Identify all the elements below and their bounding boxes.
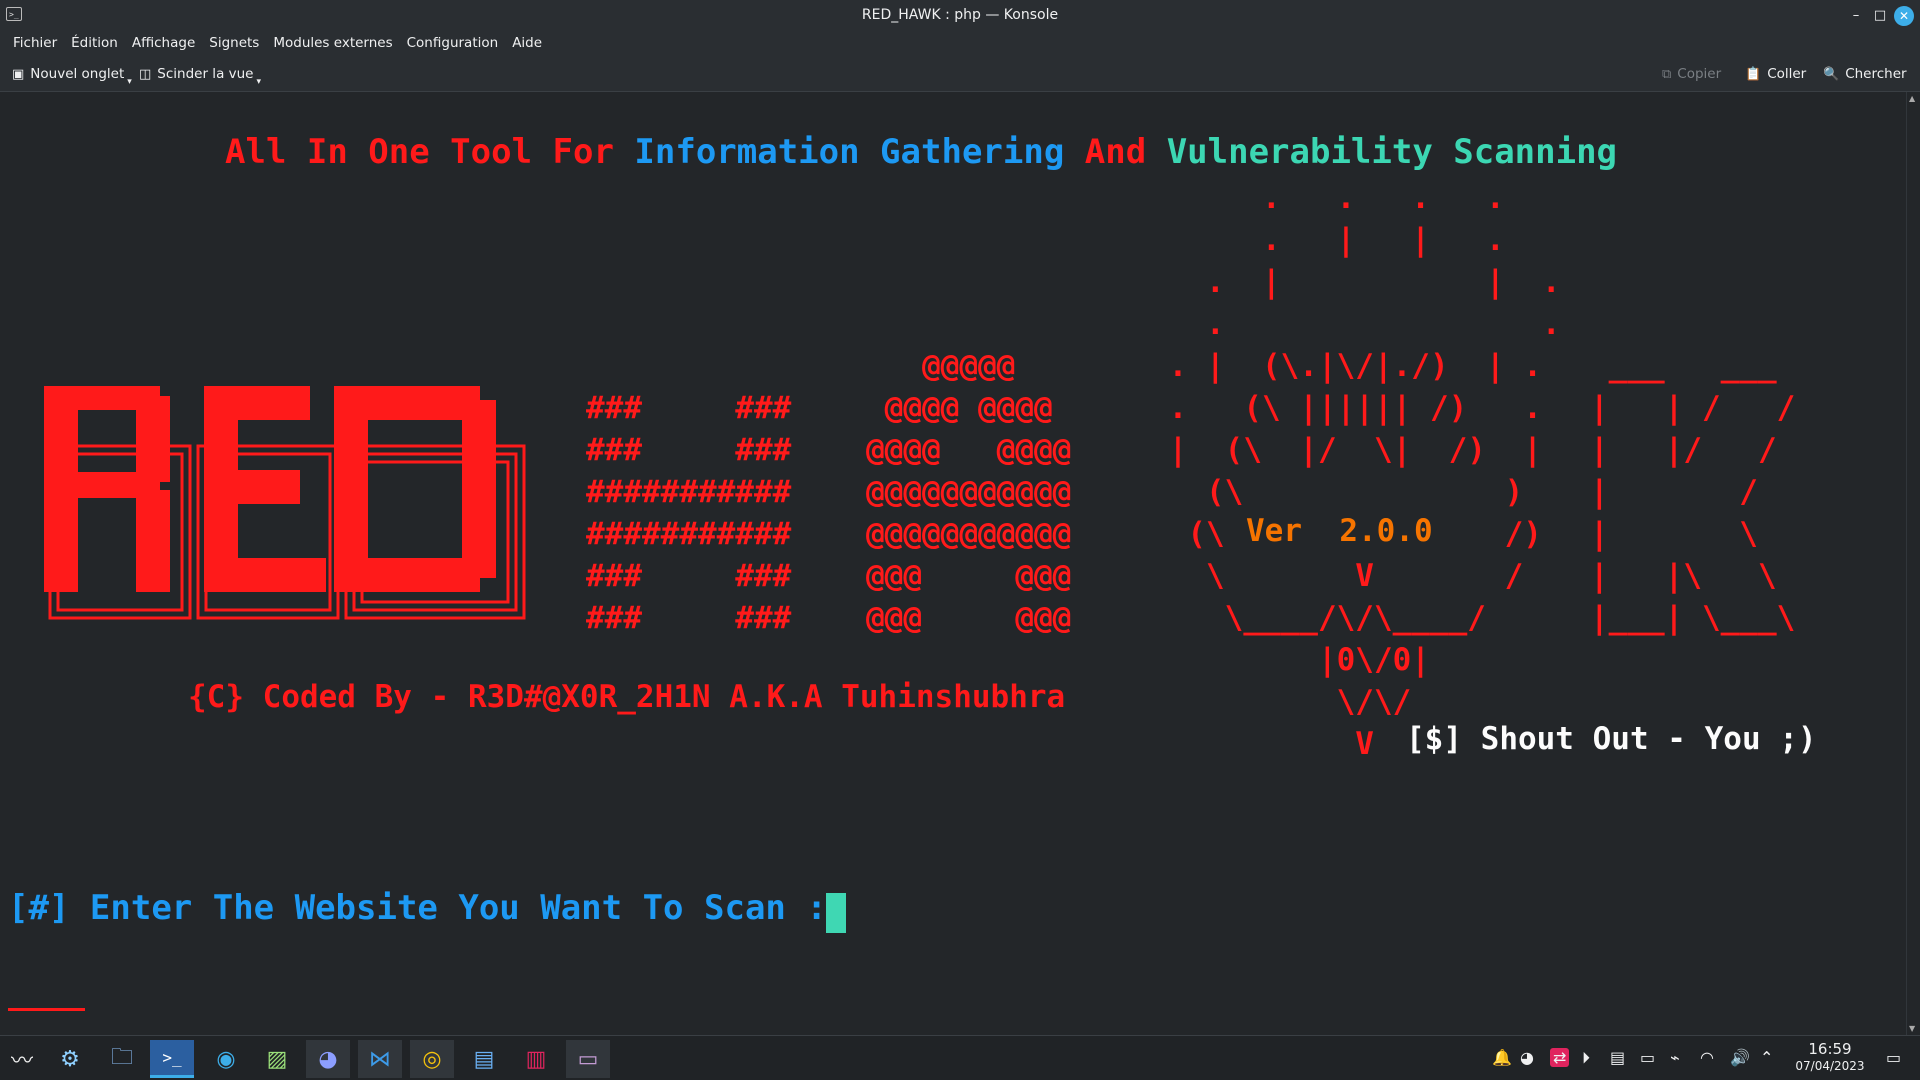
kali-menu-icon[interactable]: 〰 — [0, 1040, 44, 1078]
minimize-button[interactable]: – — [1846, 6, 1866, 26]
text-editor-icon[interactable]: ▥ — [514, 1040, 558, 1078]
new-tab-label: Nouvel onglet — [30, 66, 125, 82]
paste-label: Coller — [1767, 66, 1807, 82]
headline-part-1: All In One Tool For — [225, 132, 614, 172]
new-tab-icon: ▣ — [12, 67, 25, 82]
find-button[interactable]: 🔍 Chercher — [1823, 66, 1907, 82]
image-viewer-icon[interactable]: ▨ — [255, 1040, 299, 1078]
usb-icon[interactable]: ⌁ — [1670, 1048, 1680, 1067]
title-bar: >_ RED_HAWK : php — Konsole – □ ✕ — [0, 0, 1920, 32]
chevron-down-icon: ▾ — [256, 77, 262, 87]
files-icon[interactable]: 🗀 — [100, 1040, 144, 1078]
headline: All In One Tool For Information Gatherin… — [225, 132, 1617, 172]
document-icon[interactable]: ▤ — [462, 1040, 506, 1078]
paste-icon: 📋 — [1745, 67, 1762, 82]
prompt-text: Enter The Website You Want To Scan : — [89, 888, 827, 928]
vscode-icon[interactable]: ⋈ — [358, 1040, 402, 1078]
find-label: Chercher — [1845, 66, 1907, 82]
clipboard-icon[interactable]: ▤ — [1610, 1048, 1625, 1067]
menu-signets[interactable]: Signets — [202, 32, 266, 54]
menu-edition[interactable]: Édition — [64, 32, 125, 54]
discord-icon[interactable]: ◕ — [306, 1040, 350, 1078]
screenshot-icon[interactable]: ▭ — [566, 1040, 610, 1078]
headline-part-3: And — [1084, 132, 1147, 172]
copy-label: Copier — [1677, 66, 1722, 82]
terminal-view[interactable]: All In One Tool For Information Gatherin… — [0, 92, 1906, 1035]
chrome-icon[interactable]: ◎ — [410, 1040, 454, 1078]
maximize-button[interactable]: □ — [1870, 6, 1890, 26]
paste-button[interactable]: 📋 Coller — [1745, 66, 1806, 82]
close-button[interactable]: ✕ — [1894, 6, 1914, 26]
discord-tray-icon[interactable]: ◕ — [1520, 1048, 1534, 1067]
shout-out-line: [$] Shout Out - You ;) — [1406, 721, 1817, 757]
volume-icon[interactable]: 🔊 — [1730, 1048, 1750, 1067]
show-desktop-icon[interactable]: ▭ — [1886, 1048, 1901, 1067]
menu-configuration[interactable]: Configuration — [400, 32, 506, 54]
media-player-icon[interactable]: ⏵ — [1582, 1048, 1590, 1068]
notifications-icon[interactable]: 🔔 — [1492, 1048, 1512, 1067]
chevron-up-icon[interactable]: ⌃ — [1760, 1048, 1773, 1067]
menu-modules-externes[interactable]: Modules externes — [266, 32, 399, 54]
menu-fichier[interactable]: Fichier — [6, 32, 64, 54]
k-art: ___ ___ | | / / | |/ / | / | \ | |\ \ |_… — [1590, 348, 1796, 636]
split-view-icon: ◫ — [139, 67, 152, 82]
chevron-down-icon: ▾ — [127, 77, 132, 87]
copy-icon: ⧉ — [1662, 67, 1672, 82]
headline-part-2: Information Gathering — [634, 132, 1065, 172]
toolbar: ▣ Nouvel onglet ▾ ◫ Scinder la vue ▾ ⧉ Copier… — [0, 56, 1920, 92]
display-icon[interactable]: ▭ — [1640, 1048, 1655, 1067]
menu-affichage[interactable]: Affichage — [125, 32, 202, 54]
scroll-up-icon[interactable]: ▲ — [1909, 94, 1915, 103]
wifi-icon[interactable]: ◠ — [1700, 1048, 1714, 1067]
red-logo-art — [44, 386, 530, 626]
red-logo-svg — [44, 386, 526, 620]
app-tray-icon[interactable]: ⇄ — [1550, 1048, 1570, 1067]
menu-aide[interactable]: Aide — [505, 32, 549, 54]
at-art: @@@@@ @@@@ @@@@ @@@@ @@@@ @@@@@@@@@@@ @@… — [866, 348, 1072, 636]
tab-activity-marker — [8, 1008, 85, 1011]
split-view-button[interactable]: ◫ Scinder la vue ▾ — [139, 66, 261, 87]
clock[interactable]: 16:59 07/04/2023 — [1790, 1041, 1870, 1074]
terminal-scrollbar[interactable]: ▲ ▼ — [1906, 92, 1920, 1035]
headline-part-4: Vulnerability Scanning — [1166, 132, 1618, 172]
copy-button[interactable]: ⧉ Copier — [1662, 66, 1721, 82]
new-tab-button[interactable]: ▣ Nouvel onglet ▾ — [12, 66, 132, 87]
hash-art: ### ### ### ### ########### ########### … — [586, 390, 792, 636]
terminal-cursor[interactable] — [826, 893, 846, 933]
clock-date: 07/04/2023 — [1795, 1059, 1865, 1073]
scroll-down-icon[interactable]: ▼ — [1909, 1024, 1915, 1033]
hawk-art: . . . . . | | . . | | . . . . | (\.|\/|.… — [1150, 180, 1561, 762]
taskbar: 〰 ⚙ 🗀 >_ ◉ ▨ ◕ ⋈ ◎ ▤ ▥ ▭ 🔔 ◕ ⇄ ⏵ ▤ ▭ ⌁ ◠… — [0, 1035, 1920, 1080]
scan-prompt: [#] Enter The Website You Want To Scan : — [8, 888, 827, 928]
system-monitor-icon[interactable]: ◉ — [204, 1040, 248, 1078]
search-icon: 🔍 — [1823, 67, 1840, 82]
window-title: RED_HAWK : php — Konsole — [861, 7, 1059, 23]
version-label: Ver 2.0.0 — [1246, 513, 1433, 549]
split-view-label: Scinder la vue — [157, 66, 254, 82]
prompt-tag: [#] — [8, 888, 70, 928]
clock-time: 16:59 — [1808, 1040, 1852, 1058]
credit-line: {C} Coded By - R3D#@X0R_2H1N A.K.A Tuhin… — [188, 679, 1066, 715]
menu-bar: Fichier Édition Affichage Signets Modules ex… — [0, 32, 1920, 56]
terminal-icon[interactable]: >_ — [150, 1040, 194, 1078]
settings-icon[interactable]: ⚙ — [48, 1040, 92, 1078]
